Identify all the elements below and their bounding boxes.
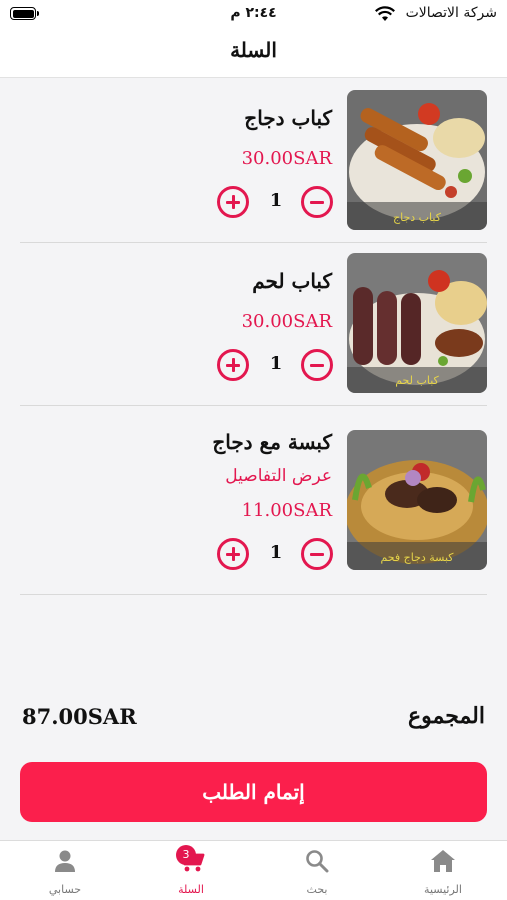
increase-quantity-button[interactable] (217, 538, 249, 570)
checkout-button[interactable]: إتمام الطلب (20, 762, 487, 822)
decrease-quantity-button[interactable] (301, 186, 333, 218)
item-image[interactable]: كبسة دجاج فحم (347, 430, 487, 570)
item-price: 11.00SAR (241, 500, 332, 521)
image-caption: كباب لحم (395, 374, 439, 387)
image-caption: كبسة دجاج فحم (380, 551, 454, 564)
item-name: كباب دجاج (244, 106, 332, 130)
item-quantity: 1 (269, 353, 283, 374)
home-icon (431, 850, 455, 872)
cart-item: كبسة دجاج فحم كبسة مع دجاج عرض التفاصيل … (0, 405, 507, 595)
item-image[interactable]: كباب لحم (347, 253, 487, 393)
nav-header: السلة (0, 28, 507, 78)
status-bar: ٢:٤٤ م شركة الاتصالات (0, 0, 507, 28)
chicken-kebab-image (347, 90, 487, 230)
item-image[interactable]: كباب دجاج (347, 90, 487, 230)
tab-label: الرئيسية (424, 883, 462, 896)
cart-count-badge: 3 (176, 845, 196, 865)
item-quantity: 1 (269, 190, 283, 211)
divider (20, 594, 487, 595)
view-details-link[interactable]: عرض التفاصيل (225, 466, 332, 486)
tab-cart[interactable]: 3 السلة (128, 841, 254, 900)
total-label: المجموع (408, 703, 485, 729)
kabsa-chicken-image (347, 430, 487, 570)
cart-item: كباب دجاج كباب دجاج 30.00SAR 1 (0, 79, 507, 243)
tab-account[interactable]: حسابي (2, 841, 128, 900)
search-icon (306, 850, 329, 873)
cart-list: كباب دجاج كباب دجاج 30.00SAR 1 كباب لحم (0, 79, 507, 595)
tab-home[interactable]: الرئيسية (380, 841, 506, 900)
decrease-quantity-button[interactable] (301, 349, 333, 381)
meat-kebab-image (347, 253, 487, 393)
person-icon (55, 850, 75, 872)
total-value: 87.00SAR (22, 704, 137, 729)
tab-bar: الرئيسية بحث 3 السلة حسابي (0, 840, 507, 900)
tab-label: بحث (306, 883, 328, 896)
tab-search[interactable]: بحث (254, 841, 380, 900)
carrier-name: شركة الاتصالات (405, 5, 497, 21)
item-quantity: 1 (269, 542, 283, 563)
item-price: 30.00SAR (241, 148, 332, 169)
increase-quantity-button[interactable] (217, 186, 249, 218)
page-title: السلة (230, 38, 277, 62)
tab-label: حسابي (48, 883, 82, 896)
item-name: كبسة مع دجاج (212, 430, 332, 454)
increase-quantity-button[interactable] (217, 349, 249, 381)
decrease-quantity-button[interactable] (301, 538, 333, 570)
wifi-icon (375, 6, 395, 21)
cart-item: كباب لحم كباب لحم 30.00SAR 1 (0, 242, 507, 406)
item-price: 30.00SAR (241, 311, 332, 332)
item-name: كباب لحم (252, 269, 332, 293)
tab-label: السلة (178, 883, 204, 896)
image-caption: كباب دجاج (393, 211, 441, 224)
